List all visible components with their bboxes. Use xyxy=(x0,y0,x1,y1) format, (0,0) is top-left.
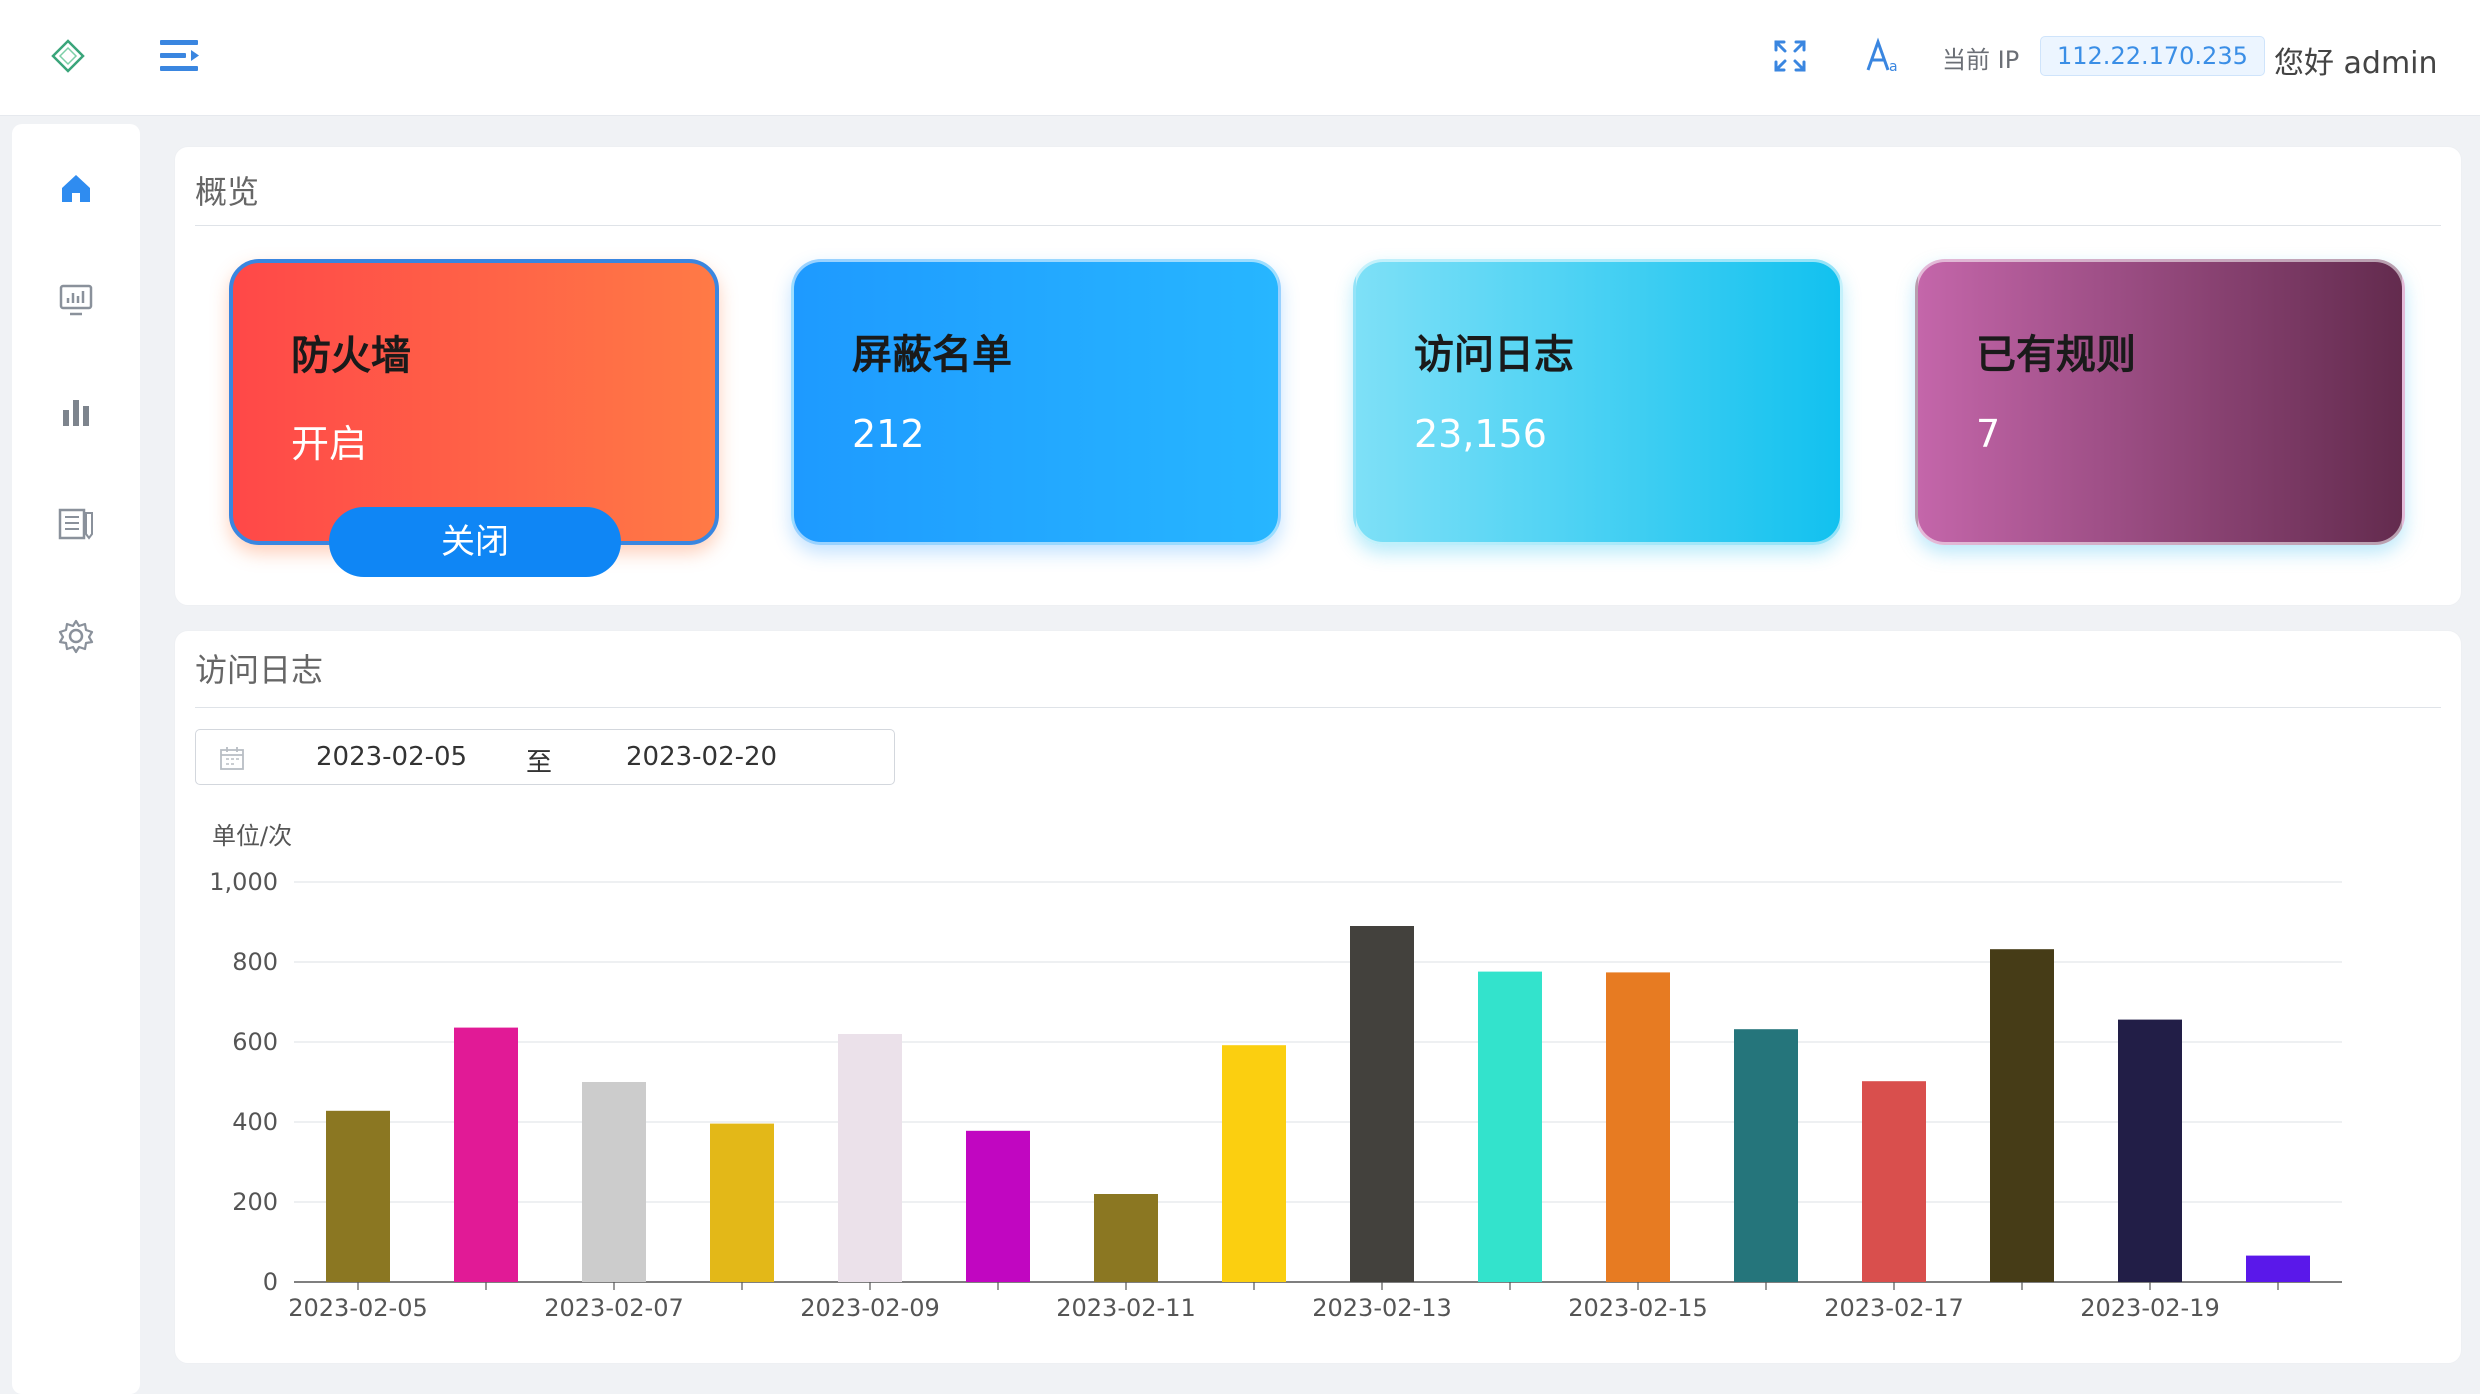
diamond-logo-icon[interactable] xyxy=(48,36,88,76)
top-bar: a 当前 IP 112.22.170.235 您好 admin xyxy=(0,0,2480,116)
x-tick-label: 2023-02-05 xyxy=(288,1294,427,1322)
bar-2023-02-10[interactable] xyxy=(966,1130,1030,1282)
log-book-icon[interactable] xyxy=(52,500,100,548)
bar-chart-icon[interactable] xyxy=(52,388,100,436)
access-log-bar-chart: 单位/次 0 200 400 600 800 1,000 2023-02-05 2023-02-… xyxy=(209,822,2342,1322)
rules-card[interactable]: 已有规则 7 xyxy=(1915,259,2405,545)
bar-2023-02-05[interactable] xyxy=(326,1110,390,1282)
bar-2023-02-08[interactable] xyxy=(710,1123,774,1282)
bar-2023-02-20[interactable] xyxy=(2246,1255,2310,1282)
font-size-icon[interactable]: a xyxy=(1862,34,1906,78)
bar-2023-02-17[interactable] xyxy=(1862,1081,1926,1282)
rules-card-title: 已有规则 xyxy=(1976,332,2136,378)
firewall-status: 开启 xyxy=(291,422,368,466)
monitor-icon[interactable] xyxy=(52,276,100,324)
x-tick-label: 2023-02-09 xyxy=(800,1294,939,1322)
blocklist-card-title: 屏蔽名单 xyxy=(852,332,1012,378)
access-log-card[interactable]: 访问日志 23,156 xyxy=(1353,259,1843,545)
y-axis-label: 单位/次 xyxy=(212,822,292,850)
firewall-toggle-button[interactable]: 关闭 xyxy=(329,507,621,577)
menu-toggle-icon[interactable] xyxy=(158,36,202,76)
sidebar xyxy=(12,124,140,1394)
x-tick-label: 2023-02-13 xyxy=(1312,1294,1451,1322)
x-tick-label: 2023-02-17 xyxy=(1824,1294,1963,1322)
blocklist-card[interactable]: 屏蔽名单 212 xyxy=(791,259,1281,545)
bar-2023-02-12[interactable] xyxy=(1222,1045,1286,1282)
blocklist-count: 212 xyxy=(852,412,925,456)
ip-address-badge: 112.22.170.235 xyxy=(2040,36,2265,76)
access-log-count: 23,156 xyxy=(1414,412,1547,456)
bar-2023-02-14[interactable] xyxy=(1478,971,1542,1282)
home-icon[interactable] xyxy=(52,164,100,212)
bar-2023-02-19[interactable] xyxy=(2118,1019,2182,1282)
access-log-card-title: 访问日志 xyxy=(1414,332,1574,378)
bar-2023-02-07[interactable] xyxy=(582,1082,646,1282)
bar-2023-02-11[interactable] xyxy=(1094,1194,1158,1282)
rules-count: 7 xyxy=(1976,412,2001,456)
settings-icon[interactable] xyxy=(52,612,100,660)
x-tick-label: 2023-02-19 xyxy=(2080,1294,2219,1322)
overview-divider xyxy=(195,225,2441,226)
y-tick-label: 600 xyxy=(232,1028,278,1056)
user-greeting[interactable]: 您好 admin xyxy=(2274,38,2438,82)
y-tick-label: 0 xyxy=(263,1268,278,1296)
bar-2023-02-13[interactable] xyxy=(1350,926,1414,1282)
x-tick-label: 2023-02-11 xyxy=(1056,1294,1195,1322)
y-tick-label: 200 xyxy=(232,1188,278,1216)
y-tick-label: 800 xyxy=(232,948,278,976)
firewall-card-title: 防火墙 xyxy=(291,333,411,379)
x-tick-label: 2023-02-07 xyxy=(544,1294,683,1322)
bar-2023-02-16[interactable] xyxy=(1734,1029,1798,1282)
current-ip-label: 当前 IP xyxy=(1942,46,2020,74)
bar-2023-02-09[interactable] xyxy=(838,1034,902,1282)
bar-2023-02-06[interactable] xyxy=(454,1027,518,1282)
firewall-card: 防火墙 开启 xyxy=(229,259,719,545)
svg-text:a: a xyxy=(1889,59,1898,75)
fullscreen-icon[interactable] xyxy=(1768,34,1812,78)
overview-panel: 概览 防火墙 开启 关闭 屏蔽名单 212 访问日志 23,156 已有规则 7 xyxy=(174,146,2462,606)
bar-2023-02-18[interactable] xyxy=(1990,949,2054,1282)
bar-2023-02-15[interactable] xyxy=(1606,972,1670,1282)
overview-title: 概览 xyxy=(195,173,260,211)
y-tick-label: 400 xyxy=(232,1108,278,1136)
x-tick-label: 2023-02-15 xyxy=(1568,1294,1707,1322)
y-tick-label: 1,000 xyxy=(209,868,278,896)
